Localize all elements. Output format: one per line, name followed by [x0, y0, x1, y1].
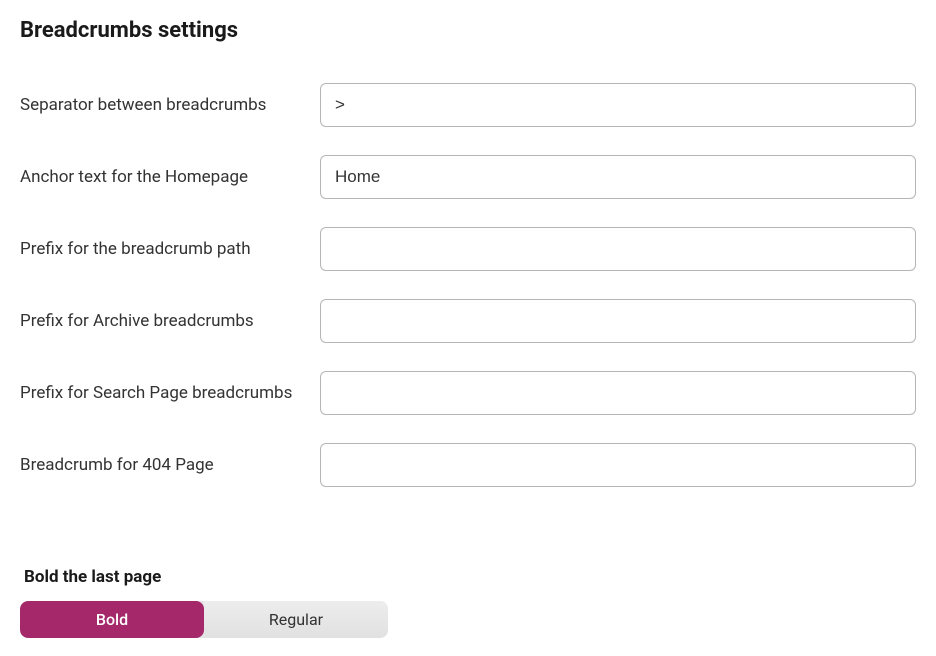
prefix-archive-input[interactable]	[320, 299, 916, 343]
bold-toggle: Bold Regular	[20, 601, 388, 638]
prefix-search-input[interactable]	[320, 371, 916, 415]
breadcrumb-404-input[interactable]	[320, 443, 916, 487]
breadcrumb-404-label: Breadcrumb for 404 Page	[20, 443, 320, 479]
anchor-home-label: Anchor text for the Homepage	[20, 155, 320, 191]
bold-option-regular[interactable]: Regular	[204, 601, 388, 638]
prefix-archive-label: Prefix for Archive breadcrumbs	[20, 299, 320, 335]
page-title: Breadcrumbs settings	[20, 18, 916, 43]
prefix-search-label: Prefix for Search Page breadcrumbs	[20, 371, 320, 407]
prefix-path-input[interactable]	[320, 227, 916, 271]
prefix-path-label: Prefix for the breadcrumb path	[20, 227, 320, 263]
settings-form: Separator between breadcrumbs Anchor tex…	[20, 83, 916, 487]
anchor-home-input[interactable]	[320, 155, 916, 199]
bold-option-bold[interactable]: Bold	[20, 601, 204, 638]
separator-label: Separator between breadcrumbs	[20, 83, 320, 119]
bold-section-label: Bold the last page	[20, 567, 916, 587]
bold-section: Bold the last page Bold Regular	[20, 567, 916, 638]
separator-input[interactable]	[320, 83, 916, 127]
